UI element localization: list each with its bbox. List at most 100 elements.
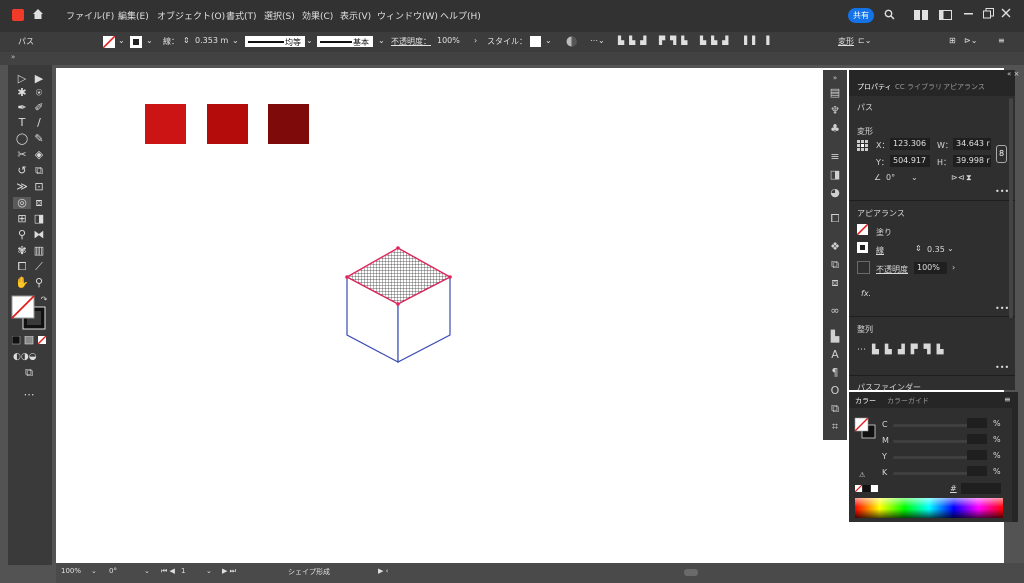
stroke-stepper-icon[interactable]: ⇕ — [183, 36, 190, 45]
channel-c-slider[interactable] — [893, 424, 969, 427]
gradient-panel-icon[interactable]: ◨ — [829, 169, 841, 180]
fill-label[interactable]: 塗り — [876, 227, 892, 238]
blend-tool-icon[interactable]: ⧓ — [32, 229, 46, 241]
menu-select[interactable]: 選択(S) — [264, 9, 295, 22]
channel-m-slider[interactable] — [893, 440, 969, 443]
stroke-weight-field[interactable]: 0.353 m — [195, 36, 228, 45]
properties-panel-icon[interactable]: ▤ — [829, 87, 841, 98]
menu-window[interactable]: ウィンドウ(W) — [377, 9, 438, 22]
fill-none-icon[interactable] — [857, 224, 868, 235]
home-icon[interactable] — [32, 8, 44, 20]
fx-button[interactable]: fx. — [861, 289, 871, 298]
fill-stroke-indicator[interactable] — [854, 414, 878, 440]
slice-tool-icon[interactable]: ⟋ — [32, 261, 46, 273]
brush-definition-select[interactable]: 基本 — [317, 36, 373, 47]
channel-m-field[interactable] — [967, 434, 987, 444]
chevron-down-icon[interactable]: ⌄ — [146, 36, 153, 45]
chevron-down-icon[interactable]: ⌄ — [911, 173, 918, 182]
screen-mode-icon[interactable]: ⧉ — [22, 367, 36, 379]
panel-scrollbar[interactable] — [1009, 98, 1013, 318]
next-artboard-icon[interactable]: ▶ ⏭ — [222, 567, 236, 576]
hex-field[interactable] — [961, 483, 1001, 494]
chevron-right-icon[interactable]: › — [474, 36, 477, 45]
status-menu-icon[interactable]: ▶ ‹ — [378, 567, 388, 575]
mesh-tool-icon[interactable]: ⊞ — [15, 213, 29, 225]
chevron-down-icon[interactable]: ⌄ — [232, 36, 239, 45]
tab-properties[interactable]: プロパティ — [857, 82, 892, 92]
channel-y-field[interactable] — [967, 450, 987, 460]
red-square[interactable] — [145, 104, 186, 144]
panel-toggle-icon[interactable]: ⊳⌄ — [964, 36, 977, 45]
pen-tool-icon[interactable]: ✒ — [15, 102, 29, 114]
collapse-icon[interactable]: » — [829, 73, 841, 83]
isometric-cube[interactable] — [340, 240, 460, 370]
channel-c-field[interactable] — [967, 418, 987, 428]
horizontal-scrollbar-thumb[interactable] — [684, 569, 698, 576]
stroke-panel-icon[interactable]: ≡ — [829, 151, 841, 162]
line-tool-icon[interactable]: / — [32, 117, 46, 129]
panel-menu-icon[interactable]: ≡ — [998, 36, 1005, 45]
curvature-tool-icon[interactable]: ✐ — [32, 102, 46, 114]
color-mode-buttons[interactable] — [12, 336, 48, 345]
workspace-icon[interactable] — [939, 10, 952, 20]
width-field[interactable]: 34.643 r — [953, 138, 991, 150]
menu-file[interactable]: ファイル(F) — [66, 9, 114, 22]
menu-type[interactable]: 書式(T) — [226, 9, 257, 22]
zoom-tool-icon[interactable]: ⚲ — [32, 277, 46, 289]
symbol-sprayer-tool-icon[interactable]: ✾ — [15, 245, 29, 257]
links-panel-icon[interactable]: ∞ — [829, 305, 841, 316]
channel-k-slider[interactable] — [893, 472, 969, 475]
channel-y-slider[interactable] — [893, 456, 969, 459]
stroke-stepper-icon[interactable]: ⇕ — [915, 244, 922, 253]
menu-view[interactable]: 表示(V) — [340, 9, 371, 22]
first-artboard-icon[interactable]: ⏮ ◀ — [161, 567, 175, 576]
constrain-proportions-icon[interactable]: 8 — [996, 145, 1007, 163]
chevron-down-icon[interactable]: ⌄ — [306, 36, 313, 45]
collapse-icon[interactable]: » — [11, 53, 15, 61]
symbols-panel-icon[interactable]: ♣ — [829, 123, 841, 134]
chevron-down-icon[interactable]: ⌄ — [144, 567, 150, 575]
transform-panel-icon[interactable]: ⌗ — [829, 421, 841, 432]
hand-tool-icon[interactable]: ✋ — [15, 277, 29, 289]
chevron-down-icon[interactable]: ⌄ — [118, 36, 125, 45]
paintbrush-tool-icon[interactable]: ✎ — [32, 133, 46, 145]
transparency-panel-icon[interactable]: ◕ — [829, 187, 841, 198]
close-icon[interactable] — [1001, 8, 1011, 18]
out-of-gamut-icon[interactable]: ⚠ — [859, 471, 865, 479]
x-field[interactable]: 123.306 — [890, 138, 930, 150]
paragraph-panel-icon[interactable]: ¶ — [829, 367, 841, 378]
pathfinder-panel-icon[interactable]: ⧉ — [829, 403, 841, 414]
align-buttons-icon[interactable]: ⋯▙▙▟▛▜▙ — [857, 345, 950, 355]
tab-cc-libraries[interactable]: CC ライブラリ — [895, 82, 942, 92]
isolate-icon[interactable]: ⊏⌄ — [858, 36, 871, 45]
align-panel-icon[interactable]: ▙ — [829, 331, 841, 342]
layers-panel-icon[interactable]: ❖ — [829, 241, 841, 252]
menu-object[interactable]: オブジェクト(O) — [157, 9, 225, 22]
arrange-icon[interactable]: ⊞ — [949, 36, 956, 45]
opacity-label[interactable]: 不透明度 — [876, 264, 908, 275]
opacity-label[interactable]: 不透明度： — [391, 36, 431, 47]
chevron-down-icon[interactable]: ⌄ — [91, 567, 97, 575]
asset-export-icon[interactable]: ⧈ — [829, 277, 841, 288]
drawing-modes-icon[interactable]: ◐◑◒ — [13, 351, 37, 363]
artboard-number-field[interactable]: 1 — [181, 567, 185, 575]
dark-red-square[interactable] — [207, 104, 248, 144]
arrange-documents-icon[interactable] — [914, 10, 928, 20]
free-transform-tool-icon[interactable]: ⊡ — [32, 181, 46, 193]
align-buttons-icon[interactable]: ▙▙▟ ▛▜▙ ▙▙▟ ▐▌▐ — [618, 36, 774, 45]
align-options-icon[interactable]: ⋯⌄ — [590, 36, 605, 45]
transform-label[interactable]: 変形 — [838, 36, 854, 47]
menu-effect[interactable]: 効果(C) — [302, 9, 333, 22]
rotate-tool-icon[interactable]: ↺ — [15, 165, 29, 177]
rotation-field[interactable]: 0° — [886, 173, 895, 182]
column-graph-tool-icon[interactable]: ▥ — [32, 245, 46, 257]
more-options-icon[interactable]: ••• — [995, 304, 1009, 313]
shaper-tool-icon[interactable]: ✂ — [15, 149, 29, 161]
opacity-field[interactable]: 100% — [914, 262, 947, 274]
brushes-panel-icon[interactable]: ♆ — [829, 105, 841, 116]
export-panel-icon[interactable]: ⧉ — [829, 259, 841, 270]
character-panel-icon[interactable]: A — [829, 349, 841, 360]
chevron-down-icon[interactable]: ⌄ — [378, 36, 385, 45]
menu-help[interactable]: ヘルプ(H) — [440, 9, 481, 22]
flip-vertical-icon[interactable]: ⧗ — [966, 173, 972, 183]
